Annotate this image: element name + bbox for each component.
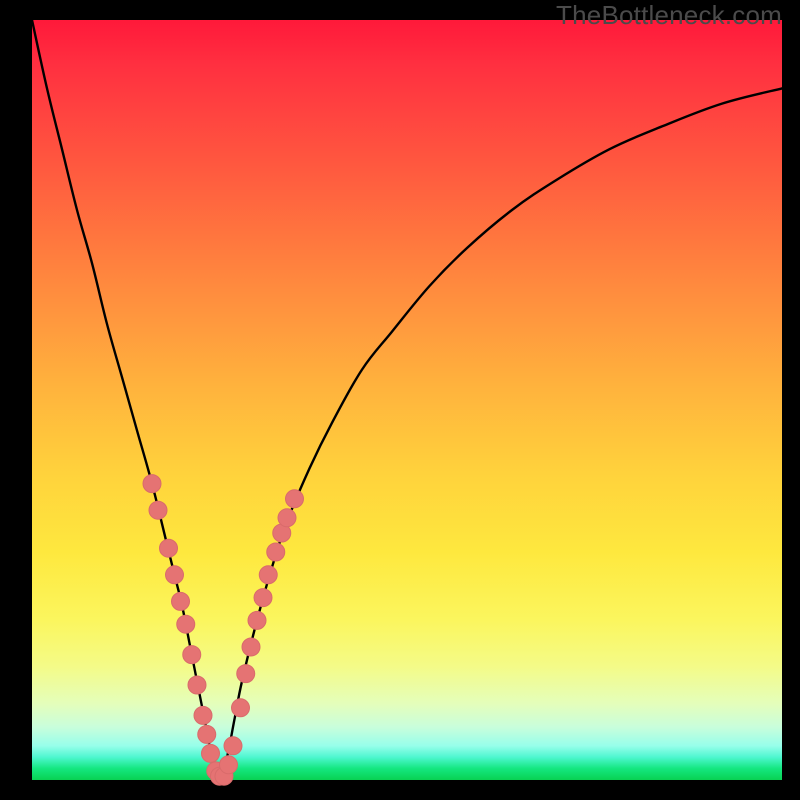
curve-marker: [232, 699, 250, 717]
curve-marker: [259, 566, 277, 584]
curve-marker: [237, 665, 255, 683]
curve-marker: [198, 725, 216, 743]
curve-marker: [143, 475, 161, 493]
curve-marker: [278, 509, 296, 527]
curve-marker: [286, 490, 304, 508]
bottleneck-curve: [32, 20, 782, 780]
curve-marker: [248, 611, 266, 629]
curve-marker: [183, 646, 201, 664]
curve-marker: [166, 566, 184, 584]
curve-marker: [242, 638, 260, 656]
curve-markers: [143, 475, 304, 786]
watermark-text: TheBottleneck.com: [556, 0, 782, 31]
curve-marker: [267, 543, 285, 561]
curve-marker: [160, 539, 178, 557]
curve-marker: [202, 744, 220, 762]
plot-area: [32, 20, 782, 780]
bottleneck-curve-svg: [32, 20, 782, 780]
curve-marker: [254, 589, 272, 607]
chart-frame: TheBottleneck.com: [0, 0, 800, 800]
curve-marker: [177, 615, 195, 633]
curve-marker: [149, 501, 167, 519]
curve-marker: [172, 592, 190, 610]
curve-marker: [188, 676, 206, 694]
curve-marker: [194, 706, 212, 724]
curve-marker: [224, 737, 242, 755]
curve-marker: [220, 756, 238, 774]
